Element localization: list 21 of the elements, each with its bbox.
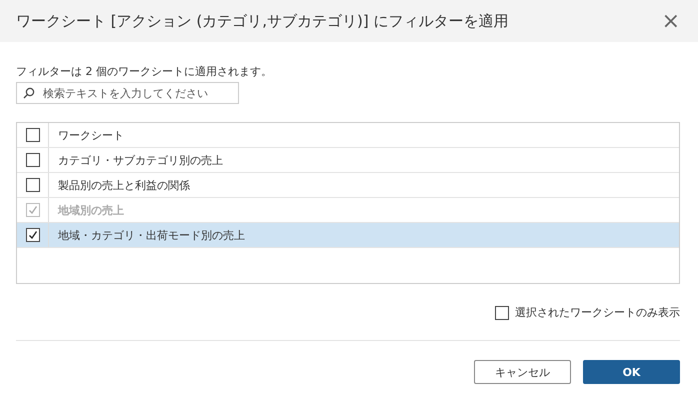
- info-text: フィルターは 2 個のワークシートに適用されます。: [16, 64, 273, 79]
- table-row[interactable]: 製品別の売上と利益の関係: [17, 173, 679, 198]
- worksheet-name: カテゴリ・サブカテゴリ別の売上: [57, 152, 223, 168]
- search-field[interactable]: 検索テキストを入力してください: [16, 82, 239, 104]
- checkbox[interactable]: [26, 228, 40, 242]
- table-row[interactable]: カテゴリ・サブカテゴリ別の売上: [17, 148, 679, 173]
- worksheet-name: 地域・カテゴリ・出荷モード別の売上: [57, 228, 245, 242]
- checkbox[interactable]: [26, 178, 40, 192]
- checkbox-label: 選択されたワークシートのみ表示: [515, 305, 680, 320]
- worksheet-name: 製品別の売上と利益の関係: [57, 178, 190, 192]
- checkbox[interactable]: [26, 128, 40, 142]
- window-title: ワークシート [アクション (カテゴリ,サブカテゴリ)] にフィルターを適用: [16, 12, 508, 30]
- ok-button[interactable]: OK: [583, 360, 680, 384]
- column-header: ワークシート: [57, 128, 124, 142]
- checkbox[interactable]: [26, 153, 40, 167]
- cancel-button[interactable]: キャンセル: [474, 360, 571, 384]
- search-icon: [23, 87, 35, 99]
- table-row[interactable]: 地域・カテゴリ・出荷モード別の売上: [17, 223, 679, 248]
- checkbox[interactable]: [495, 306, 509, 320]
- close-button[interactable]: ×: [658, 8, 684, 34]
- worksheet-name: 地域別の売上: [56, 202, 124, 218]
